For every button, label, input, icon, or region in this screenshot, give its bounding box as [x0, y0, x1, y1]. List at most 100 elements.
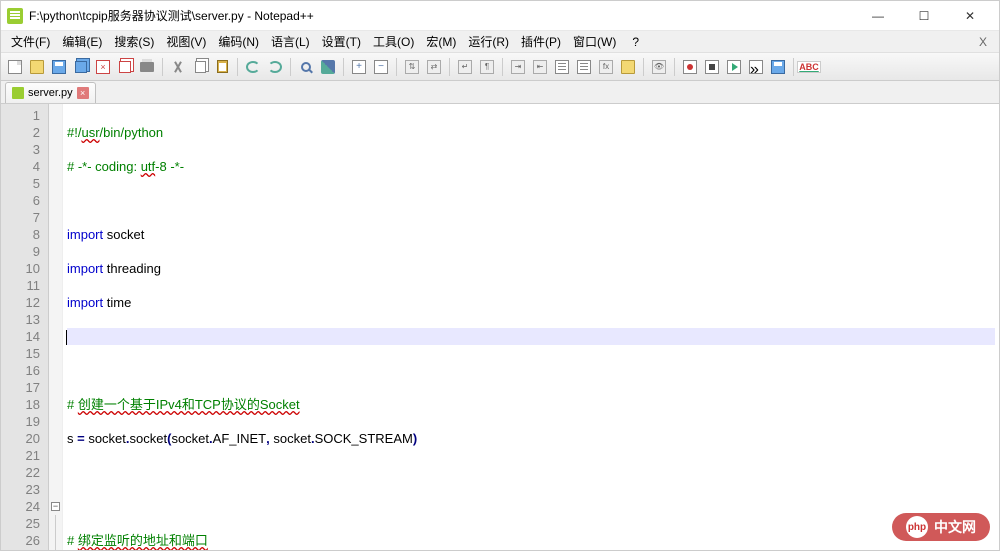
maximize-button[interactable]: ☐: [901, 1, 947, 31]
code-area[interactable]: #!/usr/bin/python # -*- coding: utf-8 -*…: [63, 104, 999, 550]
indent-button[interactable]: ⇥: [508, 57, 528, 77]
tabbar: server.py ×: [1, 81, 999, 103]
menu-settings[interactable]: 设置(T): [316, 31, 367, 52]
menu-plugins[interactable]: 插件(P): [515, 31, 567, 52]
tab-close-button[interactable]: ×: [77, 87, 89, 99]
zoom-out-button[interactable]: [371, 57, 391, 77]
play-multi-button[interactable]: »: [746, 57, 766, 77]
line-number: 13: [1, 311, 48, 328]
open-file-button[interactable]: [27, 57, 47, 77]
menu-file[interactable]: 文件(F): [5, 31, 56, 52]
save-macro-icon: [771, 60, 785, 74]
editor[interactable]: 1 2 3 4 5 6 7 8 9 10 11 12 13 14 15 16 1…: [1, 103, 999, 550]
tab-label: server.py: [28, 87, 73, 99]
menu-language[interactable]: 语言(L): [265, 31, 316, 52]
code-line: import socket: [67, 226, 995, 243]
toolbar-separator: [449, 58, 450, 76]
line-number: 23: [1, 481, 48, 498]
allchars-button[interactable]: ¶: [477, 57, 497, 77]
monitor-button[interactable]: 👁: [649, 57, 669, 77]
fold-toggle[interactable]: −: [49, 549, 62, 550]
line-number: 17: [1, 379, 48, 396]
toolbar-separator: [643, 58, 644, 76]
menu-macro[interactable]: 宏(M): [420, 31, 462, 52]
outdent-button[interactable]: ⇤: [530, 57, 550, 77]
sync-h-icon: ⇄: [427, 60, 441, 74]
toolbar-separator: [502, 58, 503, 76]
watermark-text: 中文网: [934, 517, 976, 537]
close-tab-icon: ×: [96, 60, 110, 74]
page-icon: [8, 60, 22, 74]
menu-view[interactable]: 视图(V): [160, 31, 212, 52]
close-tab-button[interactable]: ×: [93, 57, 113, 77]
record-button[interactable]: [680, 57, 700, 77]
play-button[interactable]: [724, 57, 744, 77]
zoom-in-icon: [352, 60, 366, 74]
folder-button[interactable]: [618, 57, 638, 77]
save-icon: [52, 60, 66, 74]
copy-button[interactable]: [190, 57, 210, 77]
cut-icon: [171, 60, 185, 74]
find-button[interactable]: [296, 57, 316, 77]
fold-column: − −: [49, 104, 63, 550]
close-button[interactable]: ✕: [947, 1, 993, 31]
menu-help[interactable]: ?: [626, 33, 645, 51]
doc-map-button[interactable]: [552, 57, 572, 77]
fold-minus-icon: −: [51, 502, 60, 511]
stop-icon: [705, 60, 719, 74]
line-number: 19: [1, 413, 48, 430]
toolbar-separator: [674, 58, 675, 76]
line-number: 8: [1, 226, 48, 243]
folder-tree-icon: [621, 60, 635, 74]
toolbar-separator: [237, 58, 238, 76]
line-number: 20: [1, 430, 48, 447]
fold-toggle[interactable]: −: [49, 498, 62, 515]
save-macro-button[interactable]: [768, 57, 788, 77]
menu-window[interactable]: 窗口(W): [567, 31, 622, 52]
code-line: # 绑定监听的地址和端口: [67, 532, 995, 549]
sync-h-button[interactable]: ⇄: [424, 57, 444, 77]
line-number: 21: [1, 447, 48, 464]
sync-v-button[interactable]: ⇅: [402, 57, 422, 77]
doc-map-icon: [555, 60, 569, 74]
zoom-in-button[interactable]: [349, 57, 369, 77]
save-all-button[interactable]: [71, 57, 91, 77]
code-line: # 创建一个基于IPv4和TCP协议的Socket: [67, 396, 995, 413]
new-file-button[interactable]: [5, 57, 25, 77]
monitor-icon: 👁: [652, 60, 666, 74]
save-button[interactable]: [49, 57, 69, 77]
replace-button[interactable]: [318, 57, 338, 77]
stop-button[interactable]: [702, 57, 722, 77]
line-number: 27: [1, 549, 48, 550]
close-all-button[interactable]: [115, 57, 135, 77]
line-number: 1: [1, 107, 48, 124]
menu-edit[interactable]: 编辑(E): [56, 31, 108, 52]
doc-list-button[interactable]: [574, 57, 594, 77]
minimize-button[interactable]: —: [855, 1, 901, 31]
paste-button[interactable]: [212, 57, 232, 77]
spellcheck-button[interactable]: ABC: [799, 57, 819, 77]
file-icon: [12, 87, 24, 99]
line-number: 22: [1, 464, 48, 481]
print-button[interactable]: [137, 57, 157, 77]
undo-button[interactable]: [243, 57, 263, 77]
line-number: 26: [1, 532, 48, 549]
func-list-button[interactable]: fx: [596, 57, 616, 77]
line-number: 14: [1, 328, 48, 345]
spellcheck-icon: ABC: [797, 61, 821, 73]
menubar-close-x[interactable]: X: [971, 33, 995, 51]
doc-list-icon: [577, 60, 591, 74]
line-gutter: 1 2 3 4 5 6 7 8 9 10 11 12 13 14 15 16 1…: [1, 104, 49, 550]
menu-encode[interactable]: 编码(N): [212, 31, 265, 52]
line-number: 15: [1, 345, 48, 362]
menu-search[interactable]: 搜索(S): [108, 31, 160, 52]
code-line: import time: [67, 294, 995, 311]
watermark: php 中文网: [892, 513, 990, 541]
wordwrap-button[interactable]: ↵: [455, 57, 475, 77]
menu-run[interactable]: 运行(R): [462, 31, 515, 52]
menu-tools[interactable]: 工具(O): [367, 31, 420, 52]
cut-button[interactable]: [168, 57, 188, 77]
tab-server-py[interactable]: server.py ×: [5, 82, 96, 103]
redo-button[interactable]: [265, 57, 285, 77]
play-icon: [727, 60, 741, 74]
